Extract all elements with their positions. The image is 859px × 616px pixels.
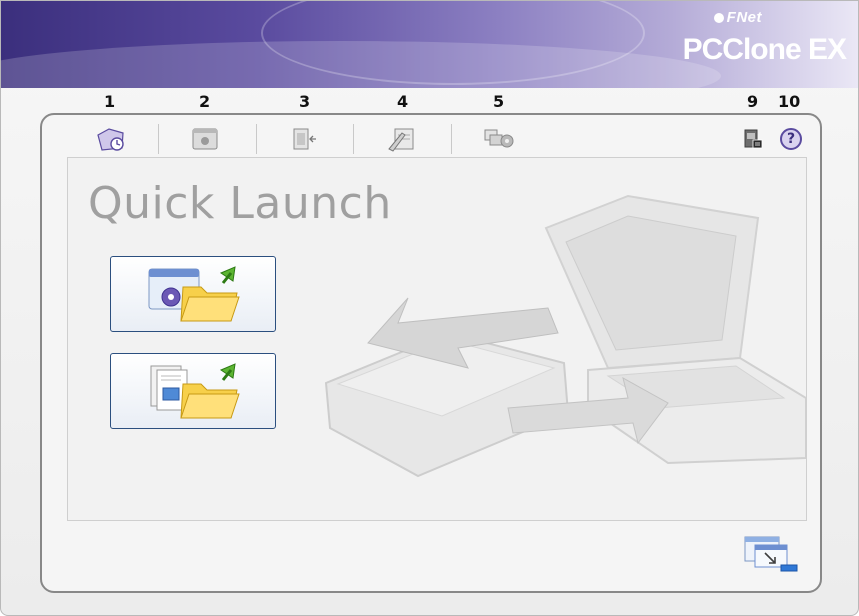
minimize-window-icon — [744, 536, 798, 572]
brand-sub-text: FNet — [726, 9, 762, 26]
toolbar-device-info-button[interactable] — [738, 121, 768, 157]
app-window: FNet PCClone EX 1 2 3 4 5 6 7 8 9 10 — [0, 0, 859, 616]
brand-sub-logo: FNet — [713, 9, 762, 26]
toolbar-transfer-button[interactable] — [285, 121, 325, 157]
schedule-icon — [97, 128, 124, 151]
edit-document-icon — [388, 128, 414, 152]
backup-files-folder-icon — [150, 363, 240, 419]
backup-files-launch-button[interactable] — [110, 353, 276, 429]
callout-10: 10 — [778, 92, 801, 111]
callout-3: 3 — [299, 92, 311, 111]
backup-settings-launch-button[interactable] — [110, 256, 276, 332]
callout-9: 9 — [747, 92, 759, 111]
toolbar-separator — [158, 124, 159, 154]
toolbar-schedule-button[interactable] — [91, 121, 131, 157]
toolbar-settings-button[interactable] — [185, 121, 225, 157]
callout-5: 5 — [493, 92, 505, 111]
callout-4: 4 — [397, 92, 409, 111]
toolbar-options-button[interactable] — [479, 121, 519, 157]
callout-2: 2 — [199, 92, 211, 111]
minimize-to-tray-button[interactable] — [739, 531, 803, 577]
gears-icon — [484, 129, 514, 148]
quick-launch-area: Quick Launch — [67, 157, 807, 521]
device-transfer-icon — [293, 128, 316, 150]
header-banner: FNet PCClone EX — [1, 1, 858, 88]
brand-dot-icon — [713, 13, 724, 23]
settings-window-icon — [192, 128, 218, 150]
toolbar-separator — [451, 124, 452, 154]
callout-1: 1 — [104, 92, 116, 111]
brand-main-logo: PCClone EX — [682, 33, 847, 66]
help-icon: ? — [780, 128, 802, 150]
backup-settings-folder-icon — [148, 266, 240, 322]
device-info-icon — [744, 129, 763, 149]
toolbar-edit-button[interactable] — [382, 121, 422, 157]
toolbar-help-button[interactable]: ? — [776, 121, 806, 157]
toolbar-separator — [256, 124, 257, 154]
laptop-transfer-illustration — [324, 194, 806, 478]
toolbar-separator — [353, 124, 354, 154]
